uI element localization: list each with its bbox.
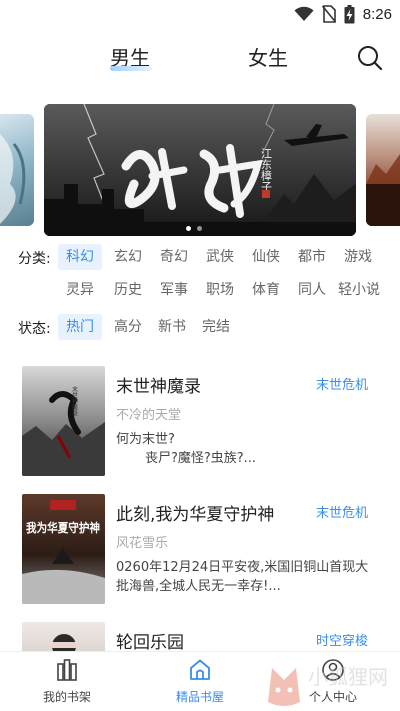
- tab-female[interactable]: 女生: [248, 42, 288, 71]
- book-genre-tag[interactable]: 时空穿梭: [316, 630, 368, 649]
- category-chip-sports[interactable]: 体育: [244, 277, 288, 303]
- pagination-dot[interactable]: [197, 226, 202, 231]
- book-cover-text: 我为华夏守护神: [26, 520, 100, 535]
- svg-text:小狐狸网: 小狐狸网: [308, 665, 388, 689]
- book-cover[interactable]: [22, 622, 105, 651]
- category-chip-workplace[interactable]: 职场: [198, 277, 242, 303]
- nav-label: 我的书架: [42, 690, 91, 704]
- nav-item-bookshelf[interactable]: 我的书架: [17, 658, 117, 705]
- category-chip-xianxia[interactable]: 仙侠: [244, 244, 288, 270]
- no-sim-icon: [321, 5, 336, 23]
- banner-pagination: [186, 226, 202, 231]
- book-cover[interactable]: 末世神魔录: [22, 366, 105, 476]
- book-title[interactable]: 此刻,我为华夏守护神: [116, 500, 274, 525]
- category-chip-history[interactable]: 历史: [106, 277, 150, 303]
- banner-prev-slide[interactable]: [0, 114, 34, 226]
- svg-text:江东樟子: 江东樟子: [260, 148, 273, 192]
- status-icons: 8:26: [294, 4, 392, 24]
- category-chip-fanfic[interactable]: 同人: [290, 277, 334, 303]
- channel-header: 男生 女生: [0, 36, 400, 80]
- banner-slide[interactable]: 江东樟子: [44, 104, 356, 236]
- nav-item-store[interactable]: 精品书屋: [150, 658, 250, 705]
- category-chip-scifi[interactable]: 科幻: [58, 244, 102, 270]
- status-filter-label: 状态:: [18, 321, 51, 337]
- search-icon[interactable]: [356, 44, 384, 72]
- battery-charging-icon: [344, 4, 355, 23]
- category-filter-row-2: 灵异 历史 军事 职场 体育 同人 轻小说: [0, 277, 400, 303]
- book-title[interactable]: 轮回乐园: [116, 628, 184, 651]
- banner-next-slide[interactable]: [366, 114, 400, 226]
- book-description: 何为末世? 丧尸?魔怪?虫族?...: [116, 432, 257, 466]
- category-chip-wuxia[interactable]: 武侠: [198, 244, 242, 270]
- book-author: 风花雪乐: [116, 536, 169, 551]
- book-description: 0260年12月24日平安夜,米国旧铜山首现大批海兽,全城人民无一幸存!...: [116, 560, 369, 594]
- book-cover[interactable]: 我为华夏守护神: [22, 494, 105, 604]
- category-chip-fantasy[interactable]: 奇幻: [152, 244, 196, 270]
- book-genre-tag[interactable]: 末世危机: [316, 374, 368, 393]
- category-chip-supernatural[interactable]: 灵异: [58, 277, 102, 303]
- book-genre-tag[interactable]: 末世危机: [316, 502, 368, 521]
- status-chip-hot[interactable]: 热门: [58, 314, 102, 340]
- status-filter-row: 状态: 热门 高分 新书 完结: [0, 314, 400, 340]
- category-filter-label: 分类:: [18, 251, 51, 267]
- status-chip-completed[interactable]: 完结: [194, 314, 238, 340]
- category-chip-urban[interactable]: 都市: [290, 244, 334, 270]
- active-tab-indicator: [110, 66, 152, 71]
- category-filter-row: 分类: 科幻 玄幻 奇幻 武侠 仙侠 都市 游戏: [0, 244, 400, 270]
- book-cover-text: 末世神魔录: [71, 385, 78, 416]
- category-chip-military[interactable]: 军事: [152, 277, 196, 303]
- book-author: 不冷的天堂: [116, 408, 182, 423]
- status-chip-new[interactable]: 新书: [150, 314, 194, 340]
- book-list-item[interactable]: 末世神魔录 末世神魔录 末世危机 不冷的天堂 何为末世? 丧尸?魔怪?虫族?..…: [0, 366, 400, 478]
- book-list-item[interactable]: 我为华夏守护神 此刻,我为华夏守护神 末世危机 风花雪乐 0260年12月24日…: [0, 494, 400, 606]
- status-chip-high-score[interactable]: 高分: [106, 314, 150, 340]
- status-time: 8:26: [362, 5, 392, 23]
- category-chip-xuanhuan[interactable]: 玄幻: [106, 244, 150, 270]
- watermark-logo: 小狐狸网: [268, 665, 388, 706]
- category-chip-light-novel[interactable]: 轻小说: [330, 277, 388, 303]
- nav-label: 精品书屋: [175, 690, 224, 704]
- status-bar: 8:26: [0, 0, 400, 28]
- book-list-item[interactable]: 轮回乐园 时空穿梭: [0, 622, 400, 651]
- home-icon: [190, 659, 210, 680]
- category-chip-game[interactable]: 游戏: [336, 244, 380, 270]
- book-title[interactable]: 末世神魔录: [116, 372, 201, 397]
- bookshelf-icon: [57, 659, 77, 681]
- wifi-icon: [294, 6, 314, 21]
- pagination-dot[interactable]: [186, 226, 191, 231]
